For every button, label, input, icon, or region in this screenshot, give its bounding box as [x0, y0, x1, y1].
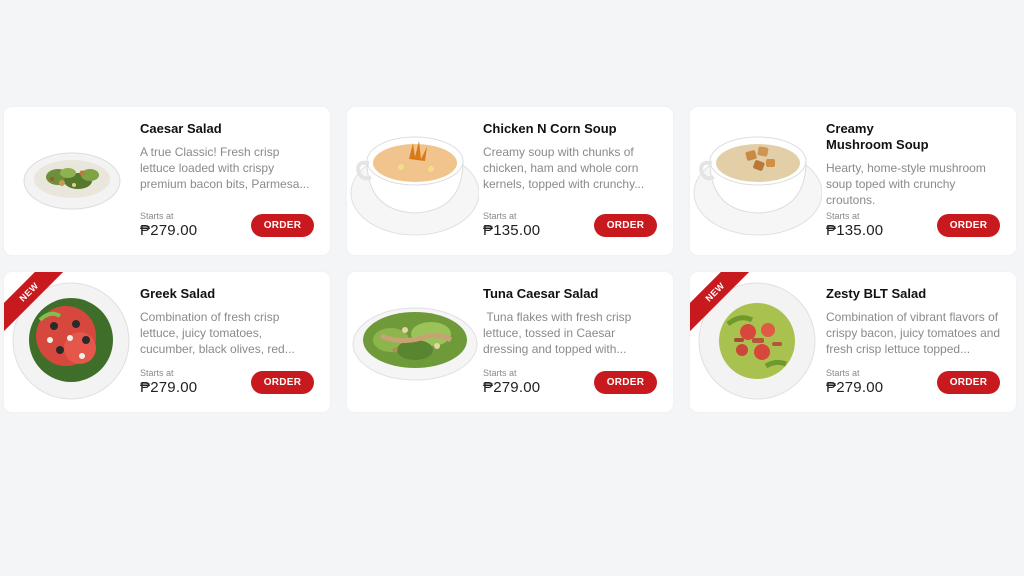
order-button[interactable]: ORDER — [594, 371, 657, 394]
order-button[interactable]: ORDER — [937, 371, 1000, 394]
item-name: Zesty BLT Salad — [826, 286, 927, 301]
price-row: Starts at ₱279.00 ORDER — [140, 209, 314, 245]
item-description: Combination of fresh crisp lettuce, juic… — [140, 310, 295, 356]
order-button[interactable]: ORDER — [251, 214, 314, 237]
item-price: ₱135.00 — [483, 222, 541, 239]
menu-item-card[interactable]: NEW Zesty BLT Salad Combination of vibra… — [690, 272, 1016, 412]
starts-at-label: Starts at — [483, 368, 517, 378]
menu-item-card[interactable]: Caesar Salad A true Classic! Fresh crisp… — [4, 107, 330, 255]
menu-item-card[interactable]: Creamy Mushroom Soup Hearty, home-style … — [690, 107, 1016, 255]
starts-at-label: Starts at — [140, 368, 174, 378]
item-name: Caesar Salad — [140, 121, 222, 136]
starts-at-label: Starts at — [483, 211, 517, 221]
price-row: Starts at ₱279.00 ORDER — [483, 366, 657, 402]
menu-item-card[interactable]: Chicken N Corn Soup Creamy soup with chu… — [347, 107, 673, 255]
item-price: ₱135.00 — [826, 222, 884, 239]
item-price: ₱279.00 — [140, 222, 198, 239]
menu-item-card[interactable]: Tuna Caesar Salad Tuna flakes with fresh… — [347, 272, 673, 412]
order-button[interactable]: ORDER — [251, 371, 314, 394]
item-price: ₱279.00 — [826, 379, 884, 396]
item-description: Hearty, home-style mushroom soup toped w… — [826, 161, 986, 207]
item-description: Combination of vibrant flavors of crispy… — [826, 310, 1001, 356]
item-description: A true Classic! Fresh crisp lettuce load… — [140, 145, 310, 191]
item-description: Tuna flakes with fresh crisp lettuce, to… — [483, 310, 635, 356]
price-row: Starts at ₱135.00 ORDER — [826, 209, 1000, 245]
item-description: Creamy soup with chunks of chicken, ham … — [483, 145, 645, 191]
caesar-salad-image[interactable] — [4, 107, 136, 255]
price-row: Starts at ₱279.00 ORDER — [826, 366, 1000, 402]
item-price: ₱279.00 — [483, 379, 541, 396]
corn-soup-image[interactable] — [347, 107, 479, 255]
price-row: Starts at ₱279.00 ORDER — [140, 366, 314, 402]
starts-at-label: Starts at — [140, 211, 174, 221]
order-button[interactable]: ORDER — [594, 214, 657, 237]
item-name: Greek Salad — [140, 286, 216, 301]
mushroom-soup-image[interactable] — [690, 107, 822, 255]
item-name: Tuna Caesar Salad — [483, 286, 599, 301]
order-button[interactable]: ORDER — [937, 214, 1000, 237]
item-name: Chicken N Corn Soup — [483, 121, 617, 136]
tuna-salad-image[interactable] — [347, 272, 479, 412]
starts-at-label: Starts at — [826, 368, 860, 378]
menu-grid: Caesar Salad A true Classic! Fresh crisp… — [4, 107, 1018, 412]
item-name: Creamy Mushroom Soup — [826, 121, 929, 152]
price-row: Starts at ₱135.00 ORDER — [483, 209, 657, 245]
item-price: ₱279.00 — [140, 379, 198, 396]
menu-item-card[interactable]: NEW Greek Salad Combination of fresh cri… — [4, 272, 330, 412]
starts-at-label: Starts at — [826, 211, 860, 221]
